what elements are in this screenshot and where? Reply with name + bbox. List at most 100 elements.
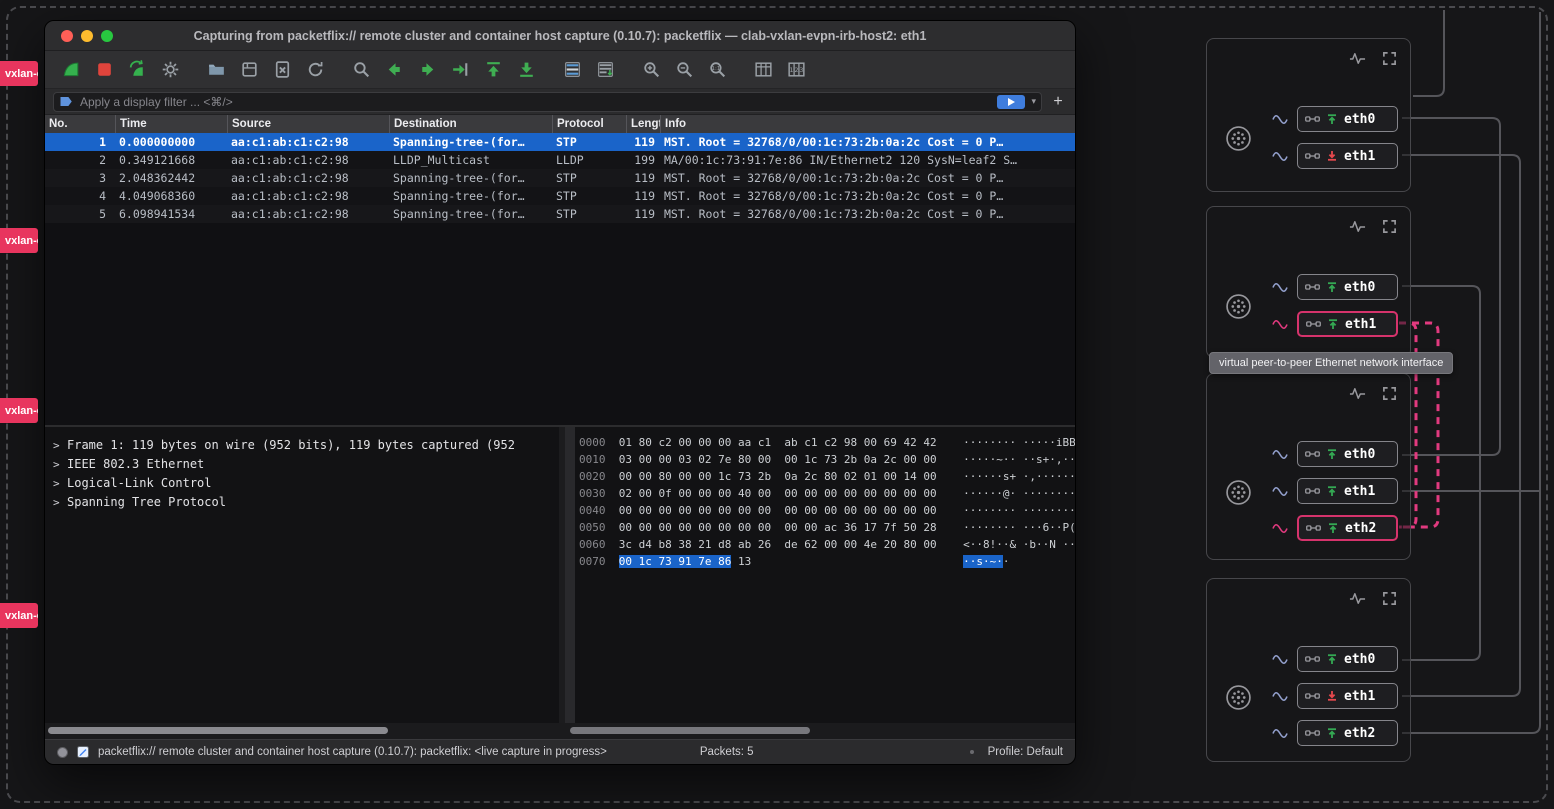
activity-icon[interactable] (1349, 591, 1366, 606)
expand-arrow-icon[interactable]: > (53, 475, 67, 493)
column-header-info[interactable]: Info (660, 115, 1075, 133)
hex-row[interactable]: 0030 02 00 0f 00 00 00 40 00 00 00 00 00… (579, 485, 1075, 502)
link-wave-icon[interactable] (1272, 318, 1288, 331)
add-filter-button[interactable]: + (1049, 94, 1067, 110)
colorize-packets-button[interactable] (556, 56, 589, 84)
hex-row[interactable]: 0070 00 1c 73 91 7e 86 13 ··s·~·· (579, 553, 1075, 570)
zoom-out-button[interactable] (668, 56, 701, 84)
link-wave-icon[interactable] (1272, 281, 1288, 294)
packet-row[interactable]: 44.049068360aa:c1:ab:c1:c2:98Spanning-tr… (45, 187, 1075, 205)
go-back-button[interactable] (378, 56, 411, 84)
go-forward-button[interactable] (411, 56, 444, 84)
reload-capture-file-button[interactable] (299, 56, 332, 84)
packet-details-pane[interactable]: >Frame 1: 119 bytes on wire (952 bits), … (45, 427, 559, 723)
link-wave-icon[interactable] (1272, 485, 1288, 498)
expand-icon[interactable] (1381, 51, 1398, 66)
activity-icon[interactable] (1349, 219, 1366, 234)
container-node-icon[interactable] (1225, 684, 1252, 711)
expand-icon[interactable] (1381, 591, 1398, 606)
filter-bookmark-icon[interactable] (59, 94, 74, 109)
packet-row[interactable]: 56.098941534aa:c1:ab:c1:c2:98Spanning-tr… (45, 205, 1075, 223)
activity-icon[interactable] (1349, 386, 1366, 401)
go-to-bottom-button[interactable] (510, 56, 543, 84)
node-name-badge[interactable]: vxlan-e (0, 398, 38, 423)
link-wave-icon[interactable] (1272, 448, 1288, 461)
column-header-length[interactable]: Length (626, 115, 660, 133)
interface-eth0[interactable]: eth0 (1297, 274, 1398, 300)
auto-scroll-button[interactable] (589, 56, 622, 84)
expert-info-icon[interactable] (57, 747, 68, 758)
hex-row[interactable]: 0040 00 00 00 00 00 00 00 00 00 00 00 00… (579, 502, 1075, 519)
display-filter-input[interactable] (80, 95, 991, 109)
window-titlebar[interactable]: Capturing from packetflix:// remote clus… (45, 21, 1075, 51)
hex-row[interactable]: 0010 03 00 00 03 02 7e 80 00 00 1c 73 2b… (579, 451, 1075, 468)
packet-row[interactable]: 32.048362442aa:c1:ab:c1:c2:98Spanning-tr… (45, 169, 1075, 187)
interface-eth1[interactable]: eth1 (1297, 143, 1398, 169)
interface-eth1[interactable]: eth1 (1297, 683, 1398, 709)
capture-comment-icon[interactable] (76, 745, 90, 759)
node-name-badge[interactable]: vxlan-e (0, 228, 38, 253)
activity-icon[interactable] (1349, 51, 1366, 66)
capture-options-button[interactable] (154, 56, 187, 84)
stop-capture-button[interactable] (88, 56, 121, 84)
hex-row[interactable]: 0060 3c d4 b8 38 21 d8 ab 26 de 62 00 00… (579, 536, 1075, 553)
node-name-badge[interactable]: vxlan-e (0, 61, 38, 86)
node-name-badge[interactable]: vxlan-e (0, 603, 38, 628)
container-node-icon[interactable] (1225, 479, 1252, 506)
expand-icon[interactable] (1381, 219, 1398, 234)
packet-row[interactable]: 20.349121668aa:c1:ab:c1:c2:98LLDP_Multic… (45, 151, 1075, 169)
packet-list[interactable]: 10.000000000aa:c1:ab:c1:c2:98Spanning-tr… (45, 133, 1075, 425)
column-header-destination[interactable]: Destination (389, 115, 552, 133)
details-hscroll-thumb[interactable] (48, 727, 388, 734)
start-capture-button[interactable] (55, 56, 88, 84)
packet-row[interactable]: 10.000000000aa:c1:ab:c1:c2:98Spanning-tr… (45, 133, 1075, 151)
expand-arrow-icon[interactable]: > (53, 437, 67, 455)
expand-arrow-icon[interactable]: > (53, 494, 67, 512)
link-wave-icon[interactable] (1272, 727, 1288, 740)
hex-row[interactable]: 0000 01 80 c2 00 00 00 aa c1 ab c1 c2 98… (579, 434, 1075, 451)
zoom-original-button[interactable]: 1:1 (701, 56, 734, 84)
container-node-icon[interactable] (1225, 125, 1252, 152)
interface-eth0[interactable]: eth0 (1297, 441, 1398, 467)
profile-selector[interactable]: Profile: Default (988, 746, 1063, 758)
interface-eth0[interactable]: eth0 (1297, 106, 1398, 132)
find-packet-button[interactable] (345, 56, 378, 84)
zoom-in-button[interactable] (635, 56, 668, 84)
column-header-time[interactable]: Time (115, 115, 227, 133)
close-capture-file-button[interactable] (266, 56, 299, 84)
column-header-source[interactable]: Source (227, 115, 389, 133)
go-to-top-button[interactable] (477, 56, 510, 84)
link-wave-icon[interactable] (1272, 690, 1288, 703)
hex-row[interactable]: 0020 00 00 80 00 00 1c 73 2b 0a 2c 80 02… (579, 468, 1075, 485)
link-wave-icon[interactable] (1272, 522, 1288, 535)
interface-eth1[interactable]: eth1 (1297, 311, 1398, 337)
hex-row[interactable]: 0050 00 00 00 00 00 00 00 00 00 00 ac 36… (579, 519, 1075, 536)
display-filter-field[interactable]: ▾ (53, 92, 1042, 112)
packet-bytes-pane[interactable]: 0000 01 80 c2 00 00 00 aa c1 ab c1 c2 98… (565, 427, 1075, 723)
packet-detail-line[interactable]: >Logical-Link Control (53, 474, 559, 493)
minimize-button[interactable] (81, 30, 93, 42)
zoom-button[interactable] (101, 30, 113, 42)
link-wave-icon[interactable] (1272, 653, 1288, 666)
open-capture-file-button[interactable] (200, 56, 233, 84)
filter-dropdown-chevron[interactable]: ▾ (1031, 96, 1036, 107)
bytes-hscroll-thumb[interactable] (570, 727, 810, 734)
resize-columns-button[interactable] (747, 56, 780, 84)
save-capture-file-button[interactable] (233, 56, 266, 84)
packet-detail-line[interactable]: >IEEE 802.3 Ethernet (53, 455, 559, 474)
expand-arrow-icon[interactable]: > (53, 456, 67, 474)
close-button[interactable] (61, 30, 73, 42)
interface-eth2[interactable]: eth2 (1297, 720, 1398, 746)
link-wave-icon[interactable] (1272, 113, 1288, 126)
column-header-protocol[interactable]: Protocol (552, 115, 626, 133)
link-wave-icon[interactable] (1272, 150, 1288, 163)
column-display-button[interactable]: 123 (780, 56, 813, 84)
interface-eth0[interactable]: eth0 (1297, 646, 1398, 672)
interface-eth1[interactable]: eth1 (1297, 478, 1398, 504)
container-node-icon[interactable] (1225, 293, 1252, 320)
interface-eth2[interactable]: eth2 (1297, 515, 1398, 541)
apply-filter-button[interactable] (997, 95, 1025, 109)
bytes-vertical-scrollbar[interactable] (565, 427, 575, 723)
expand-icon[interactable] (1381, 386, 1398, 401)
column-header-no[interactable]: No. (45, 115, 115, 133)
